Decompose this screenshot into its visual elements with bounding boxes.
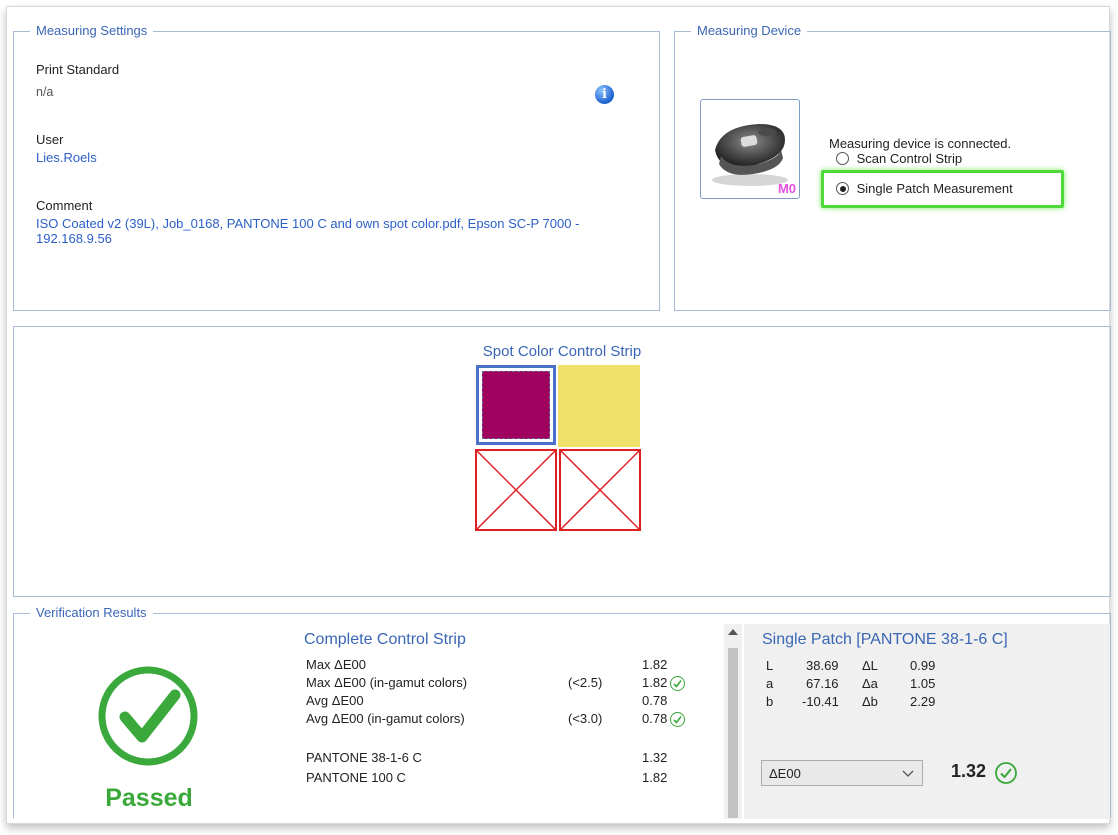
passed-status: Passed xyxy=(105,784,193,812)
option-single-patch-measurement[interactable]: Single Patch Measurement xyxy=(836,180,1056,198)
lab-a-key: a xyxy=(766,676,774,691)
lab-da-key: Δa xyxy=(862,676,878,691)
patch-row-pantone-100-value: 1.82 xyxy=(642,770,668,785)
passed-check-icon xyxy=(97,665,199,767)
lab-b-value: -10.41 xyxy=(802,694,839,709)
print-standard-value: n/a xyxy=(36,85,54,99)
control-strip-group: Spot Color Control Strip xyxy=(13,326,1111,597)
info-icon[interactable]: i xyxy=(595,85,614,104)
info-icon-glyph: i xyxy=(602,87,607,102)
complete-control-strip-title: Complete Control Strip xyxy=(304,631,466,648)
patch-row-pantone-100-label: PANTONE 100 C xyxy=(306,770,406,785)
lab-db-key: Δb xyxy=(862,694,878,709)
lab-da-value: 1.05 xyxy=(910,676,936,691)
device-status: Measuring device is connected. xyxy=(829,136,1012,151)
verification-results-group: Verification Results Passed Complete Con… xyxy=(13,605,1111,819)
option-scan-control-strip[interactable]: Scan Control Strip xyxy=(836,150,1066,168)
row-avg-de00-label: Avg ΔE00 xyxy=(306,693,364,708)
measuring-settings-group: Measuring Settings Print Standard n/a i … xyxy=(13,23,660,311)
patch-row-pantone-38-label: PANTONE 38-1-6 C xyxy=(306,750,422,765)
measuring-settings-legend: Measuring Settings xyxy=(30,23,154,38)
lab-dl-value: 0.99 xyxy=(910,658,936,673)
print-standard-label: Print Standard xyxy=(36,62,120,77)
user-label: User xyxy=(36,132,64,147)
single-patch-measurement-radio[interactable] xyxy=(836,182,849,196)
patch-row-pantone-38-value: 1.32 xyxy=(642,750,668,765)
scrollbar-thumb[interactable] xyxy=(728,648,738,818)
chevron-down-icon xyxy=(902,770,914,777)
comment-value: ISO Coated v2 (39L), Job_0168, PANTONE 1… xyxy=(36,216,580,246)
scroll-up-arrow-icon[interactable] xyxy=(728,629,738,635)
single-patch-measurement-label: Single Patch Measurement xyxy=(856,181,1013,197)
lab-b-key: b xyxy=(766,694,774,709)
patch-1-selected[interactable] xyxy=(476,365,556,445)
metric-select-value: ΔE00 xyxy=(769,766,801,781)
lab-db-value: 2.29 xyxy=(910,694,936,709)
patch-1-swatch xyxy=(482,371,550,439)
missing-patch-icon xyxy=(561,451,639,529)
metric-select[interactable]: ΔE00 xyxy=(761,760,923,786)
patch-2-swatch[interactable] xyxy=(558,365,640,447)
control-strip-title: Spot Color Control Strip xyxy=(482,343,642,360)
measuring-device-group: Measuring Device M0 Measuring device is … xyxy=(674,23,1111,311)
row-max-de00-gamut-check-icon xyxy=(670,676,685,691)
verification-results-legend: Verification Results xyxy=(30,605,153,620)
row-avg-de00-gamut-limit: (<3.0) xyxy=(568,711,603,726)
row-max-de00-value: 1.82 xyxy=(642,657,668,672)
row-max-de00-gamut-value: 1.82 xyxy=(642,675,668,690)
metric-value: 1.32 xyxy=(951,761,987,781)
lab-dl-key: ΔL xyxy=(862,658,878,673)
row-max-de00-gamut-label: Max ΔE00 (in-gamut colors) xyxy=(306,675,468,690)
missing-patch-icon xyxy=(477,451,555,529)
row-avg-de00-gamut-check-icon xyxy=(670,712,685,727)
lab-l-key: L xyxy=(766,658,774,673)
vertical-scrollbar[interactable] xyxy=(724,624,742,819)
lab-l-value: 38.69 xyxy=(806,658,839,673)
patch-4-missing[interactable] xyxy=(559,449,641,531)
lab-a-value: 67.16 xyxy=(806,676,839,691)
row-avg-de00-value: 0.78 xyxy=(642,693,668,708)
single-patch-panel xyxy=(744,624,1110,819)
row-avg-de00-gamut-label: Avg ΔE00 (in-gamut colors) xyxy=(306,711,465,726)
single-patch-title: Single Patch [PANTONE 38-1-6 C] xyxy=(762,631,1008,648)
device-image-button[interactable]: M0 xyxy=(700,99,800,199)
row-max-de00-label: Max ΔE00 xyxy=(306,657,366,672)
device-badge: M0 xyxy=(777,181,796,196)
scan-control-strip-radio[interactable] xyxy=(836,152,849,166)
row-max-de00-gamut-limit: (<2.5) xyxy=(568,675,603,690)
user-value: Lies.Roels xyxy=(36,150,97,165)
patch-3-missing[interactable] xyxy=(475,449,557,531)
row-avg-de00-gamut-value: 0.78 xyxy=(642,711,668,726)
scan-control-strip-label: Scan Control Strip xyxy=(856,151,963,167)
measuring-device-legend: Measuring Device xyxy=(691,23,808,38)
comment-label: Comment xyxy=(36,198,93,213)
metric-check-icon xyxy=(994,761,1018,785)
